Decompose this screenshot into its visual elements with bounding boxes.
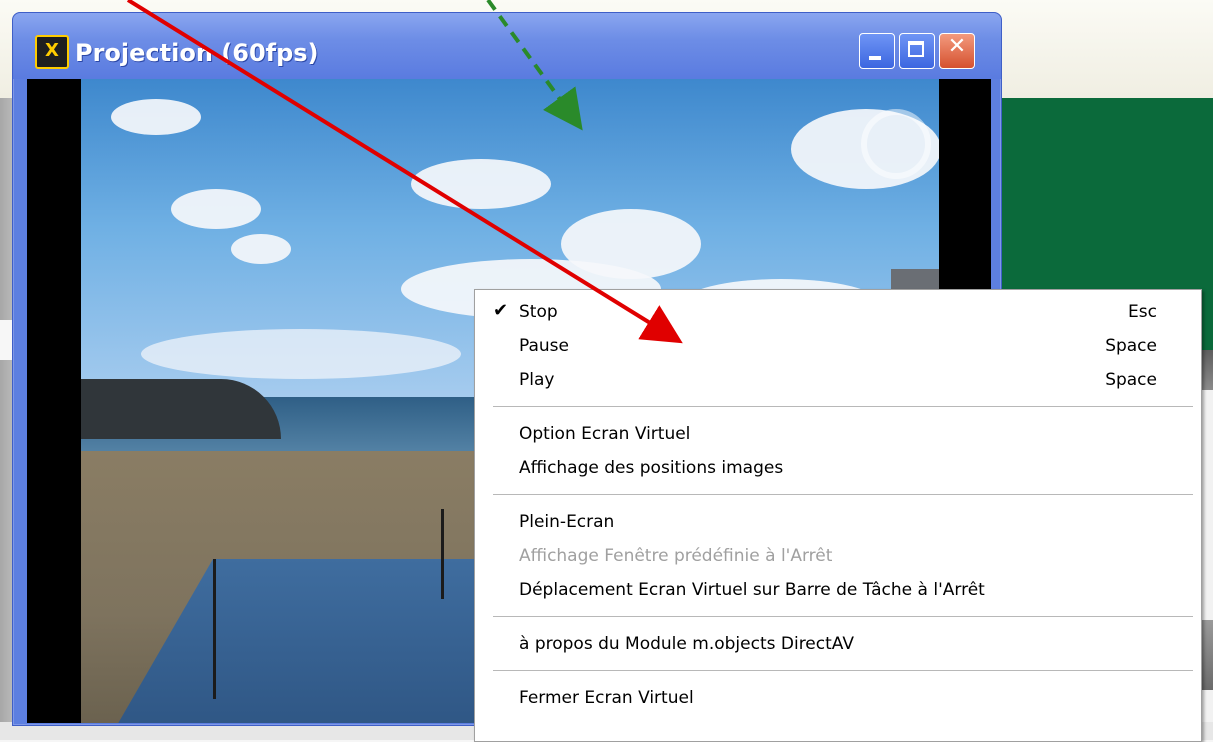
menu-item-label: à propos du Module m.objects DirectAV <box>519 634 854 654</box>
photo-lamppost <box>213 559 216 699</box>
menu-item-label: Affichage des positions images <box>519 458 784 478</box>
menu-item-fermer-ecran-virtuel[interactable]: Fermer Ecran Virtuel <box>475 682 1201 716</box>
menu-item-label: Stop <box>519 302 558 322</box>
window-title: Projection (60fps) <box>75 39 319 67</box>
menu-item-affichage-des-positions-images[interactable]: Affichage des positions images <box>475 452 1201 486</box>
minimize-button[interactable] <box>859 33 895 69</box>
photo-cloud <box>231 234 291 264</box>
menu-item-deplacement-ecran-virtuel-sur-barre-de-tache-a-l-arret[interactable]: Déplacement Ecran Virtuel sur Barre de T… <box>475 574 1201 608</box>
close-button[interactable]: ✕ <box>939 33 975 69</box>
watermark-logo-icon <box>861 109 931 179</box>
photo-cloud <box>171 189 261 229</box>
menu-item-pause[interactable]: Pause Space <box>475 330 1201 364</box>
maximize-button[interactable] <box>899 33 935 69</box>
menu-item-label: Fermer Ecran Virtuel <box>519 688 694 708</box>
menu-item-label: Play <box>519 370 555 390</box>
menu-item-option-ecran-virtuel[interactable]: Option Ecran Virtuel <box>475 418 1201 452</box>
menu-item-shortcut: Space <box>1105 336 1157 356</box>
maximize-icon <box>908 41 924 57</box>
checkmark-icon: ✔ <box>493 300 509 321</box>
menu-item-label: Plein-Ecran <box>519 512 615 532</box>
menu-separator <box>493 494 1193 496</box>
menu-separator <box>493 616 1193 618</box>
menu-item-plein-ecran[interactable]: Plein-Ecran <box>475 506 1201 540</box>
photo-cloud <box>141 329 461 379</box>
menu-item-play[interactable]: Play Space <box>475 364 1201 398</box>
menu-item-stop[interactable]: ✔ Stop Esc <box>475 296 1201 330</box>
menu-item-shortcut: Esc <box>1128 302 1157 322</box>
photo-lamppost <box>441 509 444 599</box>
title-bar[interactable]: X Projection (60fps) ✕ <box>13 13 1001 79</box>
minimize-icon <box>869 56 881 60</box>
menu-item-a-propos-du-module-m-objects-directav[interactable]: à propos du Module m.objects DirectAV <box>475 628 1201 662</box>
menu-separator <box>493 670 1193 672</box>
photo-headland <box>81 379 281 439</box>
projector-app-icon[interactable]: X <box>35 35 69 69</box>
photo-cloud <box>111 99 201 135</box>
menu-item-label: Affichage Fenêtre prédéfinie à l'Arrêt <box>519 546 833 566</box>
menu-item-label: Pause <box>519 336 569 356</box>
menu-separator <box>493 406 1193 408</box>
menu-item-label: Déplacement Ecran Virtuel sur Barre de T… <box>519 580 985 600</box>
menu-item-shortcut: Space <box>1105 370 1157 390</box>
menu-item-label: Option Ecran Virtuel <box>519 424 691 444</box>
context-menu: ✔ Stop Esc Pause Space Play Space Option Ecran … <box>474 289 1202 742</box>
photo-cloud <box>411 159 551 209</box>
close-icon: ✕ <box>947 34 967 59</box>
menu-item-affichage-fenetre-predefinie-a-l-arret: Affichage Fenêtre prédéfinie à l'Arrêt <box>475 540 1201 574</box>
